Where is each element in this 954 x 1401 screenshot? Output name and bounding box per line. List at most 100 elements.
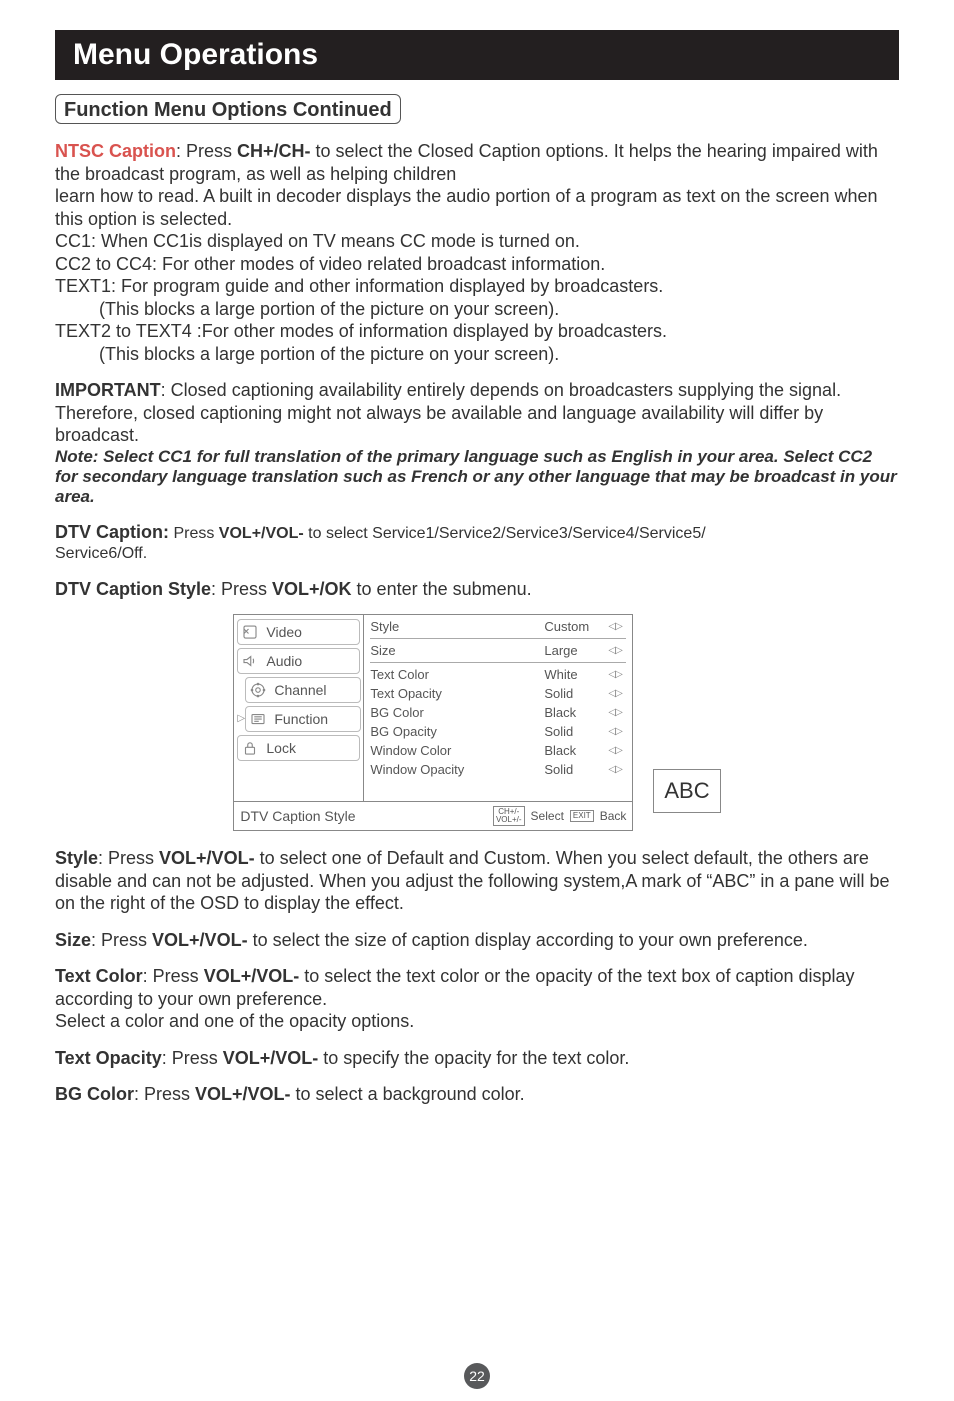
osd-row-label: Window Opacity: [370, 762, 544, 777]
osd-tab-label: Video: [266, 624, 302, 640]
osd-row-windowopacity[interactable]: Window OpacitySolid◁▷: [370, 760, 626, 779]
osd-tab-lock[interactable]: Lock: [237, 735, 360, 761]
note-paragraph: Note: Select CC1 for full translation of…: [55, 447, 899, 507]
osd-fill: [370, 779, 626, 799]
osd-left-tabs: Video Audio Channel ▷ Function Loc: [234, 615, 364, 801]
key-volok: VOL+/OK: [272, 579, 352, 599]
bgcolor-label: BG Color: [55, 1084, 134, 1104]
osd-row-bgcolor[interactable]: BG ColorBlack◁▷: [370, 703, 626, 722]
left-right-icon: ◁▷: [608, 745, 626, 756]
text: learn how to read. A built in decoder di…: [55, 185, 899, 230]
osd-row-bgopacity[interactable]: BG OpacitySolid◁▷: [370, 722, 626, 741]
osd-right-list: StyleCustom◁▷ SizeLarge◁▷ Text ColorWhit…: [364, 615, 632, 801]
text: Select a color and one of the opacity op…: [55, 1010, 899, 1033]
dtv-caption-paragraph: DTV Caption: Press VOL+/VOL- to select S…: [55, 521, 899, 544]
important-paragraph: IMPORTANT: Closed captioning availabilit…: [55, 379, 899, 447]
osd-wrapper: Video Audio Channel ▷ Function Loc: [55, 614, 899, 831]
text: VOL+/-: [496, 816, 522, 824]
osd-footer-back: Back: [600, 809, 627, 823]
osd-tab-channel[interactable]: Channel: [245, 677, 361, 703]
text: : Press: [143, 966, 204, 986]
text: to enter the submenu.: [352, 579, 532, 599]
textcolor-label: Text Color: [55, 966, 143, 986]
osd-row-textopacity[interactable]: Text OpacitySolid◁▷: [370, 684, 626, 703]
style-label: Style: [55, 848, 98, 868]
osd-tab-label: Lock: [266, 740, 296, 756]
osd-row-windowcolor[interactable]: Window ColorBlack◁▷: [370, 741, 626, 760]
video-icon: [240, 623, 260, 641]
osd-row-value: Solid: [544, 762, 608, 777]
triangle-right-icon: ▷: [237, 713, 245, 724]
osd-tab-label: Channel: [274, 682, 326, 698]
size-paragraph: Size: Press VOL+/VOL- to select the size…: [55, 929, 899, 952]
dtv-style-label: DTV Caption Style: [55, 579, 211, 599]
section-heading: Function Menu Options Continued: [64, 99, 392, 121]
text: : Press: [211, 579, 272, 599]
text: to specify the opacity for the text colo…: [318, 1048, 629, 1068]
dtv-caption-label: DTV Caption:: [55, 522, 169, 542]
key-volplus: VOL+/VOL-: [152, 930, 248, 950]
osd-row-value: Custom: [544, 619, 608, 634]
cc1-line: CC1: When CC1is displayed on TV means CC…: [55, 230, 899, 253]
osd-row-label: Style: [370, 619, 544, 634]
bgcolor-paragraph: BG Color: Press VOL+/VOL- to select a ba…: [55, 1083, 899, 1106]
text2-line-a: TEXT2 to TEXT4 :For other modes of infor…: [55, 320, 899, 343]
left-right-icon: ◁▷: [608, 669, 626, 680]
text: : Closed captioning availability entirel…: [55, 380, 841, 445]
osd-row-label: Size: [370, 643, 544, 658]
osd-row-textcolor[interactable]: Text ColorWhite◁▷: [370, 665, 626, 684]
left-right-icon: ◁▷: [608, 688, 626, 699]
osd-row-style[interactable]: StyleCustom◁▷: [370, 617, 626, 636]
textopacity-label: Text Opacity: [55, 1048, 162, 1068]
text: : Press: [162, 1048, 223, 1068]
page-number: 22: [464, 1363, 490, 1389]
important-label: IMPORTANT: [55, 380, 161, 400]
osd-row-value: White: [544, 667, 608, 682]
cc2-line: CC2 to CC4: For other modes of video rel…: [55, 253, 899, 276]
key-volplus: VOL+/VOL-: [204, 966, 300, 986]
osd-row-label: BG Color: [370, 705, 544, 720]
abc-preview-box: ABC: [653, 769, 720, 813]
left-right-icon: ◁▷: [608, 707, 626, 718]
left-right-icon: ◁▷: [608, 645, 626, 656]
osd-tab-function[interactable]: ▷ Function: [245, 706, 361, 732]
style-paragraph: Style: Press VOL+/VOL- to select one of …: [55, 847, 899, 915]
ntsc-caption-label: NTSC Caption: [55, 141, 176, 161]
osd-tab-label: Function: [274, 711, 328, 727]
dtv-caption-paragraph-2: Service6/Off.: [55, 544, 899, 564]
osd-tab-video[interactable]: Video: [237, 619, 360, 645]
key-volplus: VOL+/VOL-: [219, 525, 304, 542]
text: : Press: [98, 848, 159, 868]
dtv-caption-style-line: DTV Caption Style: Press VOL+/OK to ente…: [55, 578, 899, 601]
text: to select a background color.: [291, 1084, 525, 1104]
osd-key-exit: EXIT: [570, 810, 594, 822]
text1-line-b: (This blocks a large portion of the pict…: [55, 298, 899, 321]
osd-row-value: Solid: [544, 686, 608, 701]
size-label: Size: [55, 930, 91, 950]
function-icon: [248, 710, 268, 728]
textopacity-paragraph: Text Opacity: Press VOL+/VOL- to specify…: [55, 1047, 899, 1070]
text: to select Service1/Service2/Service3/Ser…: [304, 525, 706, 542]
osd-footer-title: DTV Caption Style: [240, 808, 487, 824]
osd-row-size[interactable]: SizeLarge◁▷: [370, 641, 626, 660]
osd-footer: DTV Caption Style CH+/- VOL+/- Select EX…: [234, 801, 632, 830]
text: : Press: [176, 141, 237, 161]
osd-row-value: Black: [544, 705, 608, 720]
osd-row-label: Text Opacity: [370, 686, 544, 701]
osd-menu: Video Audio Channel ▷ Function Loc: [233, 614, 633, 831]
key-chplus: CH+/CH-: [237, 141, 311, 161]
page-banner: Menu Operations: [55, 30, 899, 80]
text2-line-b: (This blocks a large portion of the pict…: [55, 343, 899, 366]
left-right-icon: ◁▷: [608, 764, 626, 775]
osd-key-chvol: CH+/- VOL+/-: [493, 806, 525, 826]
textcolor-paragraph: Text Color: Press VOL+/VOL- to select th…: [55, 965, 899, 1033]
left-right-icon: ◁▷: [608, 621, 626, 632]
osd-row-value: Large: [544, 643, 608, 658]
section-heading-box: Function Menu Options Continued: [55, 94, 401, 124]
ntsc-caption-paragraph: NTSC Caption: Press CH+/CH- to select th…: [55, 140, 899, 365]
key-volplus: VOL+/VOL-: [223, 1048, 319, 1068]
osd-tab-audio[interactable]: Audio: [237, 648, 360, 674]
osd-row-value: Solid: [544, 724, 608, 739]
text: to select the size of caption display ac…: [248, 930, 808, 950]
key-volplus: VOL+/VOL-: [159, 848, 255, 868]
